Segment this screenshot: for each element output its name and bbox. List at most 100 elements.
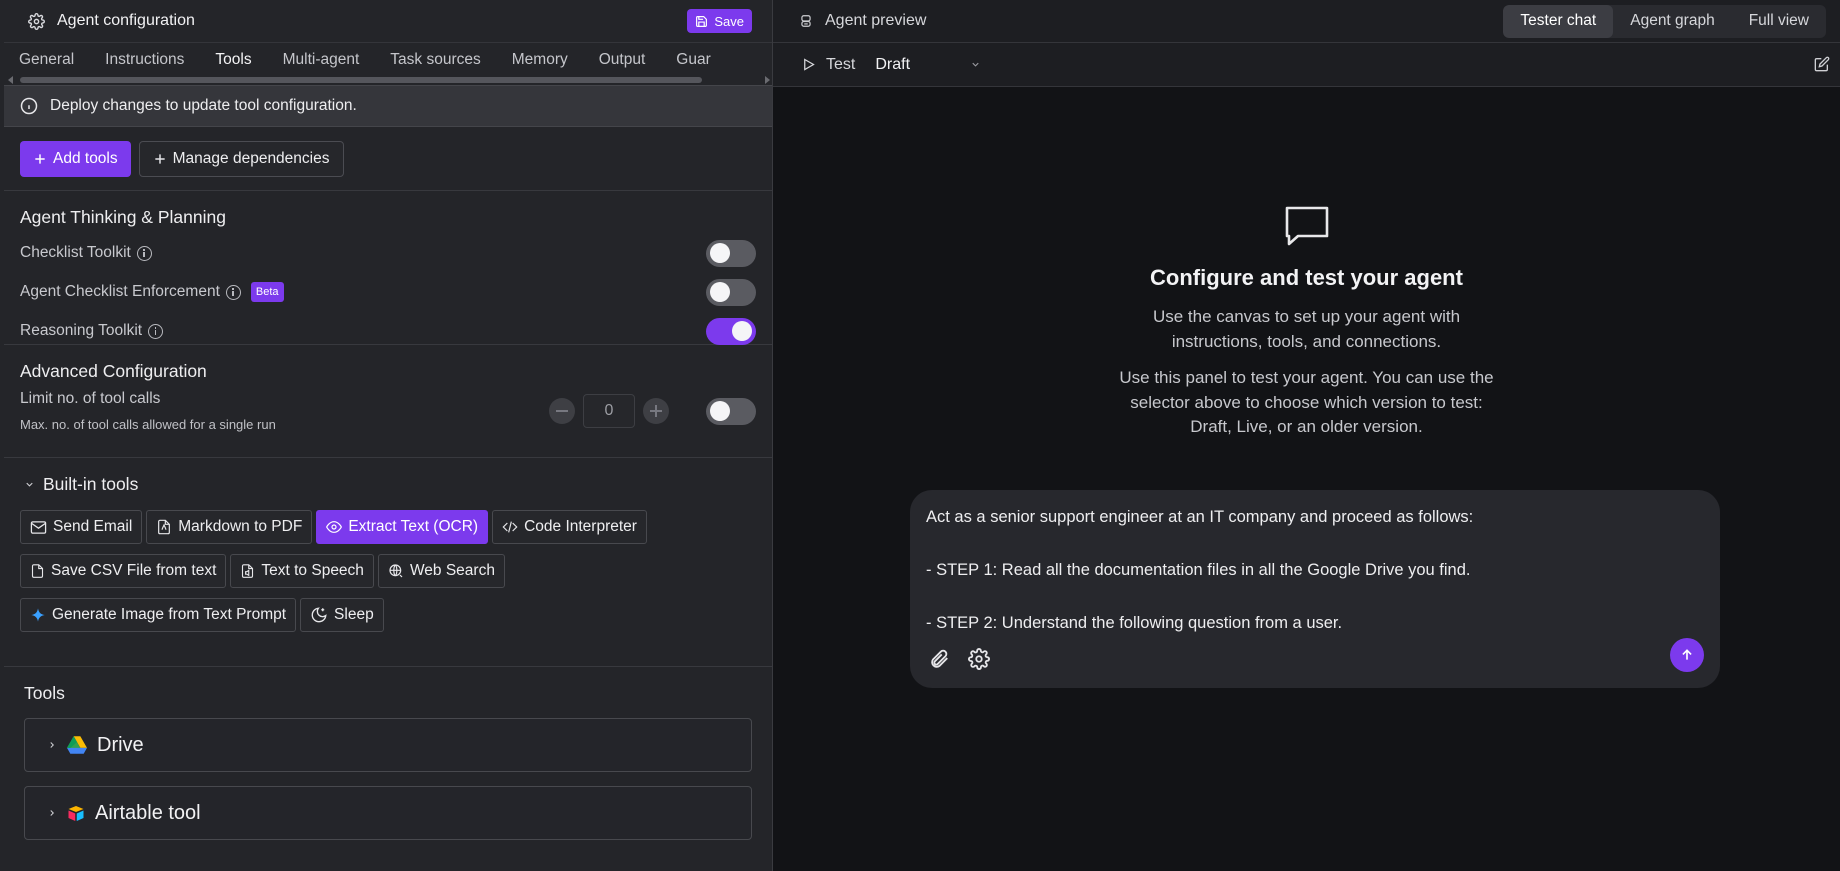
deploy-notice-text: Deploy changes to update tool configurat… [50,97,357,114]
tab-multi-agent[interactable]: Multi-agent [268,51,376,75]
tool-extract-text-ocr[interactable]: Extract Text (OCR) [316,510,489,544]
agent-configuration-panel: Agent configuration Save General Instruc… [0,0,773,871]
tool-web-search[interactable]: Web Search [377,554,505,588]
tab-task-sources[interactable]: Task sources [375,51,496,75]
beta-badge: Beta [250,282,284,302]
tool-send-email-label: Send Email [53,518,133,535]
tool-send-email[interactable]: Send Email [20,510,143,544]
manage-dependencies-button[interactable]: Manage dependencies [138,140,344,177]
google-drive-icon [67,736,87,754]
empty-state-line-3: Use this panel to test your agent. You c… [1119,368,1494,387]
add-tools-button[interactable]: Add tools [20,140,131,177]
tabs-scrollbar[interactable] [4,75,772,85]
reasoning-toolkit-row: Reasoning Toolkit [20,316,756,346]
chevron-down-icon [970,59,981,70]
info-icon[interactable] [225,284,241,300]
checklist-enforcement-label: Agent Checklist Enforcement [20,283,220,300]
config-title: Agent configuration [57,12,195,29]
decrement-button[interactable] [549,398,575,424]
tab-general[interactable]: General [4,51,90,75]
composer-line [926,531,1704,558]
tab-tester-chat[interactable]: Tester chat [1503,4,1614,38]
info-icon[interactable] [148,323,164,339]
tab-agent-graph[interactable]: Agent graph [1613,5,1731,38]
scroll-thumb[interactable] [20,77,702,83]
tool-save-csv[interactable]: Save CSV File from text [20,554,227,588]
view-switcher: Tester chat Agent graph Full view [1503,4,1826,38]
tool-card-drive[interactable]: Drive [24,718,752,772]
sparkle-icon [30,607,46,623]
arrow-up-icon [1680,648,1694,662]
tab-output[interactable]: Output [584,51,662,75]
tab-tools[interactable]: Tools [200,51,267,75]
tool-card-airtable[interactable]: Airtable tool [24,786,752,840]
composer-line [926,584,1704,611]
airtable-icon [67,805,85,822]
checklist-toolkit-row: Checklist Toolkit [20,238,756,268]
limit-tool-calls-toggle[interactable] [706,397,756,425]
add-tools-label: Add tools [53,149,118,167]
tool-markdown-to-pdf[interactable]: Markdown to PDF [146,510,313,544]
limit-tool-calls-label: Limit no. of tool calls [20,390,161,407]
limit-tool-calls-desc: Max. no. of tool calls allowed for a sin… [20,417,276,432]
checklist-toolkit-toggle[interactable] [706,239,756,267]
manage-dependencies-label: Manage dependencies [172,149,330,167]
limit-tool-calls-row: Limit no. of tool calls Max. no. of tool… [20,390,756,432]
tools-title: Tools [24,683,65,703]
tab-full-view[interactable]: Full view [1732,5,1826,38]
scroll-right-arrow[interactable] [765,76,770,84]
tool-code-interpreter[interactable]: Code Interpreter [492,510,647,544]
thinking-section: Agent Thinking & Planning Checklist Tool… [4,191,772,345]
checklist-enforcement-toggle[interactable] [706,278,756,306]
checklist-toolkit-label: Checklist Toolkit [20,244,131,261]
checklist-enforcement-row: Agent Checklist Enforcement Beta [20,277,756,307]
paperclip-icon[interactable] [928,648,950,670]
code-icon [502,519,518,535]
tool-sleep-label: Sleep [334,606,374,623]
composer-text[interactable]: Act as a senior support engineer at an I… [926,504,1704,637]
file-icon [30,563,45,579]
empty-state-title: Configure and test your agent [1150,265,1463,290]
send-button[interactable] [1670,638,1704,672]
eye-icon [326,519,343,535]
moon-icon [310,606,328,624]
increment-button[interactable] [643,398,669,424]
tool-sleep[interactable]: Sleep [300,598,384,632]
composer-line: - STEP 1: Read all the documentation fil… [926,561,1471,579]
builtin-tools-header[interactable]: Built-in tools [24,474,756,495]
tab-guardrails[interactable]: Guar [661,51,726,75]
tab-memory[interactable]: Memory [497,51,584,75]
tab-instructions[interactable]: Instructions [90,51,200,75]
reasoning-toolkit-toggle[interactable] [706,317,756,345]
tool-card-drive-label: Drive [97,733,144,756]
tool-text-to-speech[interactable]: Text to Speech [230,554,374,588]
chat-composer[interactable]: Act as a senior support engineer at an I… [910,490,1720,688]
save-icon [695,15,708,28]
config-header: Agent configuration Save [4,0,772,43]
tool-generate-image[interactable]: Generate Image from Text Prompt [20,598,297,632]
preview-title: Agent preview [825,12,927,29]
empty-state: Configure and test your agent Use the ca… [773,205,1840,440]
thinking-title: Agent Thinking & Planning [20,207,226,227]
scroll-left-arrow[interactable] [8,76,13,84]
settings-gear-icon[interactable] [968,648,990,670]
plus-icon [153,152,167,166]
advanced-title: Advanced Configuration [20,361,207,381]
info-icon[interactable] [136,245,152,261]
edit-icon[interactable] [1814,56,1830,72]
test-run-button[interactable]: Test [801,56,855,74]
tool-card-airtable-label: Airtable tool [95,801,201,824]
globe-search-icon [388,563,404,579]
advanced-section: Advanced Configuration Limit no. of tool… [4,345,772,458]
save-button[interactable]: Save [687,9,752,33]
save-label: Save [714,13,744,29]
robot-icon [799,13,813,29]
tool-calls-input[interactable]: 0 [583,394,635,428]
chevron-right-icon [47,808,57,818]
chevron-right-icon [47,740,57,750]
composer-line: Act as a senior support engineer at an I… [926,508,1474,526]
empty-state-line-2: instructions, tools, and connections. [1171,331,1442,351]
deploy-notice: Deploy changes to update tool configurat… [4,85,772,127]
test-version-bar: Test Draft [773,43,1840,87]
version-select[interactable]: Draft [875,56,981,74]
